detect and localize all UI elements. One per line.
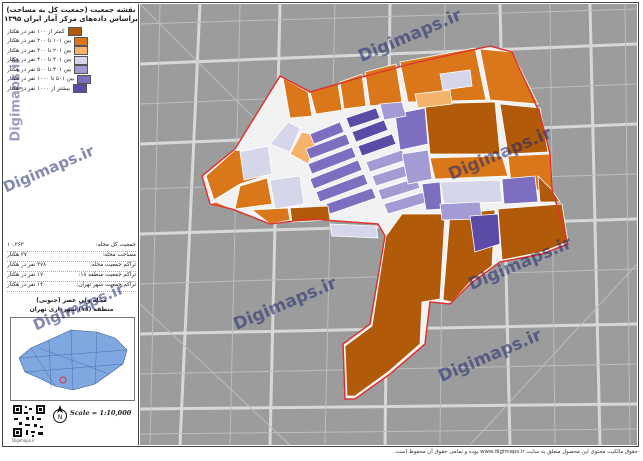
legend-label: بین ۲۰۱ تا ۳۰۰ نفر در هکتار <box>7 47 72 54</box>
legend-swatch <box>73 84 87 94</box>
legend-swatch <box>74 55 89 65</box>
north-arrow-icon: N <box>53 405 67 423</box>
legend-swatch <box>74 36 89 46</box>
stat-value: ۱۴۰ نفر در هکتار <box>7 282 47 288</box>
stat-row: تراکم جمعیت منطقه ۱۸: ۱۷۰ نفر در هکتار <box>7 272 136 282</box>
legend-item: بین ۵۰۱ تا ۱۰۰۰ نفر در هکتار <box>7 74 135 85</box>
map-sidebar: نقشه جمعیت (جمعیت کل به مساحت) براساس دا… <box>4 4 139 445</box>
svg-text:N: N <box>58 414 63 421</box>
legend-swatch <box>77 74 92 84</box>
stat-row: مساحت محله: ۲۷ هکتار <box>7 252 136 262</box>
area-district: منطقه (۱۸) شهرداری تهران <box>29 306 114 313</box>
stat-row: تراکم جمعیت محله: ۳۷۸ نفر در هکتار <box>7 262 136 272</box>
legend-item: بین ۴۰۱ تا ۵۰۰ نفر در هکتار <box>7 65 135 75</box>
map-canvas: Digimaps.ir Digimaps.ir Digimaps.ir Digi… <box>140 4 637 445</box>
stat-value: ۳۷۸ نفر در هکتار <box>7 262 47 268</box>
stat-label: جمعیت کل محله: <box>95 242 136 248</box>
legend: کمتر از ۱۰۰ نفر در هکتار بین ۱۰۱ تا ۲۰۰ ن… <box>7 27 135 94</box>
legend-label: بین ۱۰۱ تا ۲۰۰ نفر در هکتار <box>7 38 72 45</box>
legend-item: بین ۱۰۱ تا ۲۰۰ نفر در هکتار <box>7 36 135 47</box>
stat-label: مساحت محله: <box>102 252 136 258</box>
title-text: نقشه جمعیت (جمعیت کل به مساحت) <box>6 6 136 14</box>
stat-value: ۱۰,۲۶۳ <box>7 242 24 248</box>
map-title: نقشه جمعیت (جمعیت کل به مساحت) براساس دا… <box>4 4 138 24</box>
locator-map <box>10 317 135 401</box>
copyright-note: حقوق مالکیت محتوی این محصول متعلق به سای… <box>393 449 638 455</box>
map-footer: N Scale = 1:10,000 Digimaps.ir <box>10 402 133 444</box>
legend-swatch <box>67 27 82 37</box>
stat-label: تراکم جمعیت شهر تهران: <box>76 282 136 288</box>
stat-label: تراکم جمعیت محله: <box>89 262 136 268</box>
stat-row: جمعیت کل محله: ۱۰,۲۶۳ <box>7 242 136 252</box>
watermark-vertical: Digimaps.ir <box>8 57 24 142</box>
scale-label: Scale = 1:10,000 <box>70 409 132 417</box>
stat-row: تراکم جمعیت شهر تهران: ۱۴۰ نفر در هکتار <box>7 282 136 292</box>
legend-swatch <box>74 46 89 56</box>
area-name: محله ولی عصر (جنوبی) <box>36 297 107 304</box>
map-base <box>140 4 637 445</box>
stat-value: ۲۷ هکتار <box>7 252 27 258</box>
stat-label: تراکم جمعیت منطقه ۱۸: <box>78 272 137 278</box>
stats-table: جمعیت کل محله: ۱۰,۲۶۳ مساحت محله: ۲۷ هکتار ت… <box>7 242 136 292</box>
legend-item: بین ۳۰۱ تا ۴۰۰ نفر در هکتار <box>7 55 135 66</box>
locator-map-graphic <box>18 329 128 391</box>
stat-value: ۱۷۰ نفر در هکتار <box>7 272 47 278</box>
credit-text: Digimaps.ir <box>12 438 35 443</box>
qr-code-icon <box>12 404 46 438</box>
legend-label: کمتر از ۱۰۰ نفر در هکتار <box>7 28 65 35</box>
legend-swatch <box>74 65 89 75</box>
legend-item: بین ۲۰۱ تا ۳۰۰ نفر در هکتار <box>7 46 135 56</box>
subtitle-text: براساس داده‌های مرکز آمار ایران ۱۳۹۵ <box>4 15 138 23</box>
legend-item: کمتر از ۱۰۰ نفر در هکتار <box>7 27 135 37</box>
legend-item: بیشتر از ۱۰۰۰ نفر در هکتار <box>7 84 135 94</box>
area-title: محله ولی عصر (جنوبی) منطقه (۱۸) شهرداری … <box>4 296 139 314</box>
